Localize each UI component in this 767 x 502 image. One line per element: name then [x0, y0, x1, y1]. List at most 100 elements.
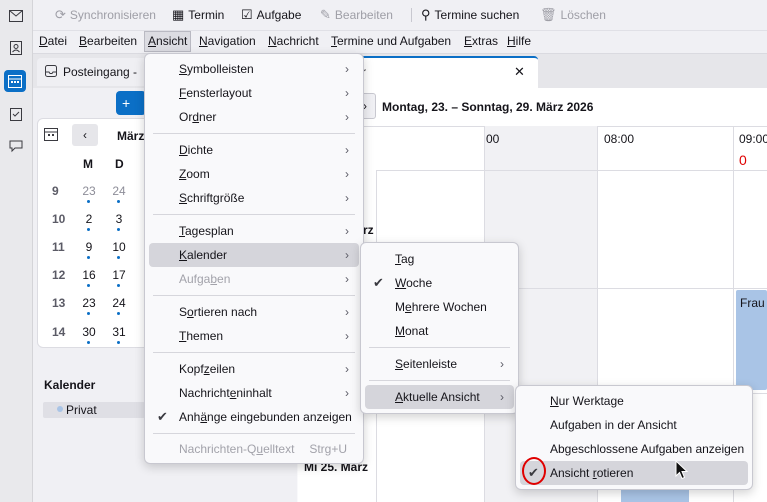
event-indicator-dot: [87, 312, 90, 315]
menu-extras[interactable]: Extras: [461, 31, 501, 52]
calendar-list-item[interactable]: Privat: [43, 402, 145, 418]
minimonth-day[interactable]: 10: [109, 240, 129, 254]
calendars-heading: Kalender: [44, 378, 96, 392]
chevron-left-icon: ‹: [83, 128, 87, 142]
minimonth-day[interactable]: 31: [109, 325, 129, 339]
event-indicator-dot: [87, 341, 90, 344]
event-indicator-dot: [117, 312, 120, 315]
menu-item-nachrichteninhalt[interactable]: Nachrichteninhalt ›: [149, 381, 359, 405]
chevron-right-icon: ›: [345, 362, 349, 376]
minimonth-day[interactable]: 24: [109, 296, 129, 310]
event-indicator-dot: [117, 341, 120, 344]
menu-item-quelltext[interactable]: Nachrichten-Quelltext Strg+U: [149, 437, 359, 461]
new-task-button[interactable]: ☑ Aufgabe: [241, 6, 301, 24]
menu-datei[interactable]: Datei: [36, 31, 70, 52]
minimonth-day[interactable]: 16: [79, 268, 99, 282]
menu-item-tag[interactable]: Tag: [365, 247, 514, 271]
chevron-right-icon: ›: [345, 305, 349, 319]
pencil-icon: ✎: [320, 7, 331, 22]
menu-item-dichte[interactable]: Dichte ›: [149, 138, 359, 162]
menu-item-monat[interactable]: Monat: [365, 319, 514, 343]
time-label: 09:00: [739, 132, 767, 146]
minimonth-day[interactable]: 9: [79, 240, 99, 254]
delete-button[interactable]: 🗑 Löschen: [540, 6, 606, 24]
menu-item-woche[interactable]: ✔ Woche: [365, 271, 514, 295]
event-indicator-dot: [87, 228, 90, 231]
minimonth-day[interactable]: 23: [79, 296, 99, 310]
today-icon[interactable]: [44, 127, 62, 143]
task-check-icon: ☑: [241, 7, 253, 22]
menu-item-themen[interactable]: Themen ›: [149, 324, 359, 348]
menu-item-sortieren[interactable]: Sortieren nach ›: [149, 300, 359, 324]
chevron-right-icon: ›: [345, 272, 349, 286]
close-tab-icon[interactable]: ✕: [514, 64, 525, 80]
menu-item-aufgaben[interactable]: Aufgaben ›: [149, 267, 359, 291]
chat-icon[interactable]: [6, 136, 26, 156]
menu-hilfe[interactable]: Hilfe: [504, 31, 534, 52]
sync-button[interactable]: ⟳ Synchronisieren: [55, 6, 156, 24]
menu-item-symbolleisten[interactable]: Symbolleisten ›: [149, 57, 359, 81]
minimonth-day[interactable]: 23: [79, 184, 99, 198]
menu-navigation[interactable]: Navigation: [196, 31, 259, 52]
edit-button[interactable]: ✎ Bearbeiten: [320, 6, 393, 24]
menu-item-schriftgroesse[interactable]: Schriftgröße ›: [149, 186, 359, 210]
minimonth-day[interactable]: 17: [109, 268, 129, 282]
search-icon: ⚲: [421, 7, 431, 22]
week-number: 13: [52, 296, 66, 310]
week-number: 14: [52, 325, 66, 339]
menu-item-seitenleiste[interactable]: Seitenleiste ›: [365, 352, 514, 376]
mouse-cursor-icon: [675, 459, 689, 483]
menu-item-kopfzeilen[interactable]: Kopfzeilen ›: [149, 357, 359, 381]
event-block[interactable]: Frau: [736, 290, 767, 390]
tasks-icon[interactable]: [6, 104, 26, 124]
previous-month-button[interactable]: ‹: [72, 124, 98, 146]
menu-bearbeiten[interactable]: Bearbeiten: [76, 31, 140, 52]
menu-item-tagesplan[interactable]: Tagesplan ›: [149, 219, 359, 243]
address-book-icon[interactable]: [6, 38, 26, 58]
menu-termine[interactable]: Termine und Aufgaben: [328, 31, 454, 52]
inbox-tab-icon: [45, 64, 57, 80]
trash-icon: 🗑: [540, 7, 557, 22]
new-event-button[interactable]: ▦ Termin: [172, 6, 224, 24]
new-event-sidebar-button[interactable]: + M: [116, 91, 146, 135]
calendar-color-dot: [57, 406, 63, 412]
calendar-toolbar: ⟳ Synchronisieren ▦ Termin ☑ Aufgabe ✎ Bearb…: [33, 0, 767, 31]
menu-item-nur-werktage[interactable]: Nur Werktage: [520, 389, 748, 413]
event-indicator-dot: [117, 256, 120, 259]
menu-item-fensterlayout[interactable]: Fensterlayout ›: [149, 81, 359, 105]
chevron-right-icon: ›: [345, 143, 349, 157]
minimonth-day[interactable]: 3: [109, 212, 129, 226]
minimonth-day[interactable]: 2: [79, 212, 99, 226]
event-indicator-dot: [117, 284, 120, 287]
tab-inbox[interactable]: Posteingang -: [37, 58, 157, 86]
menu-item-kalender[interactable]: Kalender ›: [149, 243, 359, 267]
find-events-button[interactable]: ⚲ Termine suchen: [421, 6, 519, 24]
chevron-right-icon: ›: [345, 167, 349, 181]
event-indicator-dot: [117, 228, 120, 231]
calendar-icon[interactable]: [4, 70, 26, 92]
menu-item-ordner[interactable]: Ordner ›: [149, 105, 359, 129]
menu-item-aktuelle-ansicht[interactable]: Aktuelle Ansicht ›: [365, 385, 514, 409]
tab-calendar[interactable]: r ✕: [360, 56, 538, 88]
calendar-submenu: Tag ✔ Woche Mehrere Wochen Monat Seitenle…: [360, 242, 519, 414]
chevron-right-icon: ›: [345, 386, 349, 400]
menu-nachricht[interactable]: Nachricht: [265, 31, 322, 52]
menu-item-ansicht-rotieren[interactable]: ✔ Ansicht rotieren: [520, 461, 748, 485]
menu-item-aufgaben-ansicht[interactable]: Aufgaben in der Ansicht: [520, 413, 748, 437]
checkmark-icon: ✔: [373, 275, 384, 290]
menu-item-zoom[interactable]: Zoom ›: [149, 162, 359, 186]
chevron-right-icon: ›: [345, 224, 349, 238]
menubar: Datei Bearbeiten Ansicht Navigation Nach…: [33, 31, 767, 54]
minimonth-day[interactable]: 30: [79, 325, 99, 339]
menu-item-anhaenge[interactable]: ✔ Anhänge eingebunden anzeigen: [149, 405, 359, 429]
minimonth-title: März: [117, 129, 145, 143]
menu-ansicht[interactable]: Ansicht: [144, 31, 192, 52]
menu-item-mehrere-wochen[interactable]: Mehrere Wochen: [365, 295, 514, 319]
menu-item-abgeschlossene[interactable]: Abgeschlossene Aufgaben anzeigen: [520, 437, 748, 461]
week-number: 9: [52, 184, 59, 198]
mail-icon[interactable]: [6, 6, 26, 26]
minimonth-day[interactable]: 24: [109, 184, 129, 198]
event-indicator-dot: [87, 256, 90, 259]
event-count-badge: 0: [739, 152, 747, 168]
toolbar-separator: [411, 8, 412, 22]
